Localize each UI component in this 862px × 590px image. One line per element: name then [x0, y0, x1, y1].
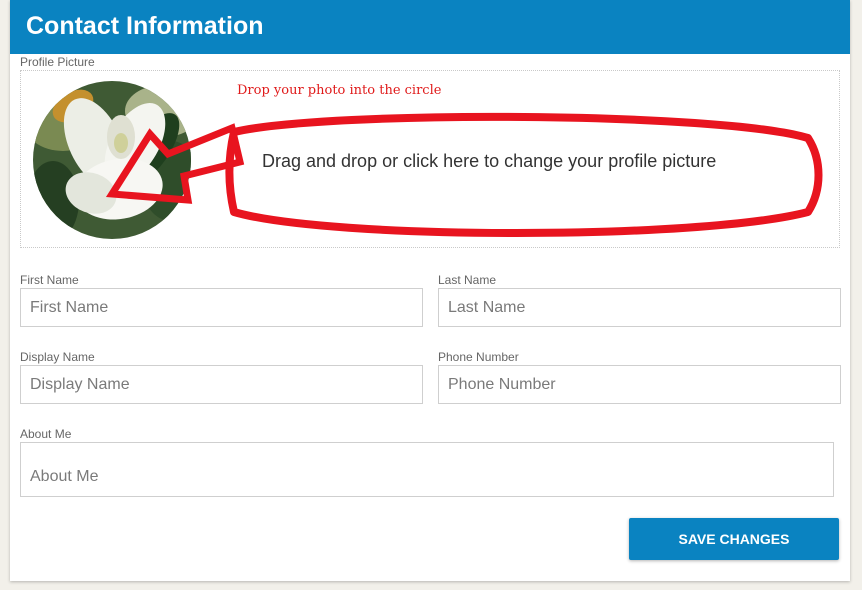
drop-photo-annotation: Drop your photo into the circle	[237, 83, 442, 98]
save-changes-button[interactable]: SAVE CHANGES	[629, 518, 839, 560]
first-name-label: First Name	[20, 273, 79, 287]
about-me-textarea[interactable]	[20, 442, 834, 497]
phone-number-input[interactable]	[438, 365, 841, 404]
card-header: Contact Information	[10, 0, 850, 54]
contact-information-card: Contact Information Profile Picture Drop…	[10, 0, 850, 581]
last-name-input[interactable]	[438, 288, 841, 327]
profile-avatar[interactable]	[33, 81, 191, 239]
display-name-input[interactable]	[20, 365, 423, 404]
magnolia-flower-photo-icon	[33, 81, 191, 239]
first-name-input[interactable]	[20, 288, 423, 327]
profile-picture-label: Profile Picture	[20, 55, 95, 69]
last-name-label: Last Name	[438, 273, 497, 287]
drag-drop-instruction[interactable]: Drag and drop or click here to change yo…	[262, 150, 716, 172]
page-title: Contact Information	[26, 12, 264, 40]
display-name-label: Display Name	[20, 350, 95, 364]
phone-number-label: Phone Number	[438, 350, 519, 364]
profile-picture-dropzone[interactable]: Drop your photo into the circle Drag and…	[20, 70, 840, 248]
about-me-label: About Me	[20, 427, 72, 441]
